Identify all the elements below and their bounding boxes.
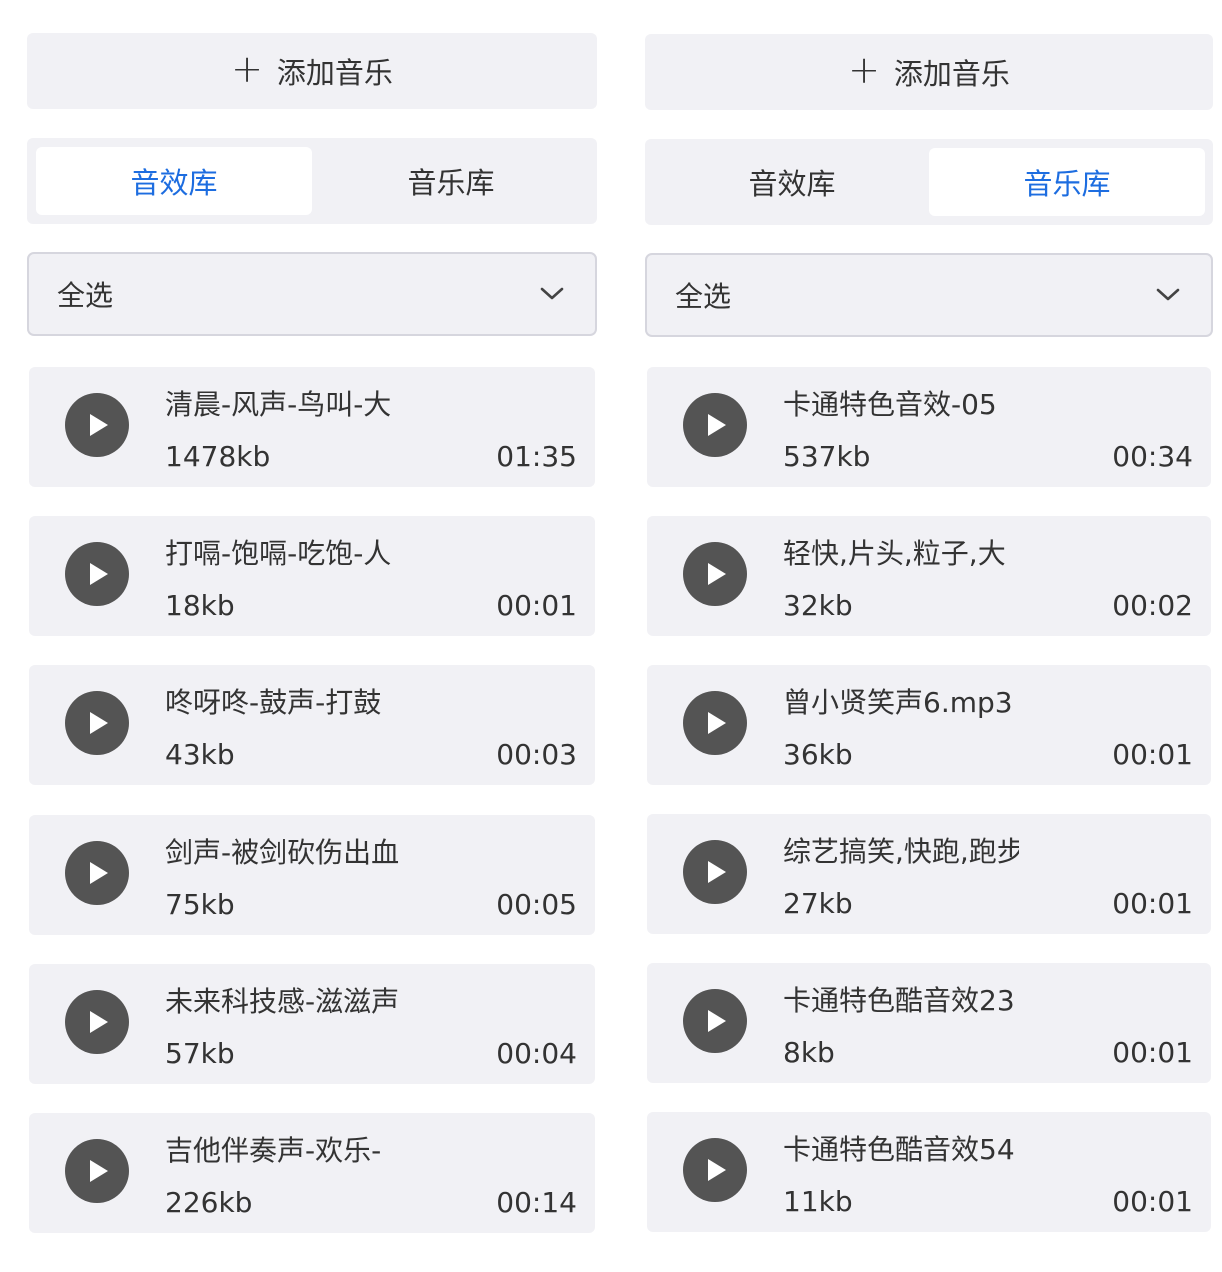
item-size: 1478kb (165, 440, 271, 473)
list-item[interactable]: 清晨-风声-鸟叫-大 1478kb 01:35 (29, 367, 595, 487)
play-icon (90, 1011, 108, 1033)
list-item[interactable]: 吉他伴奏声-欢乐- 226kb 00:14 (29, 1113, 595, 1233)
play-button[interactable] (683, 989, 747, 1053)
tab-sound-effects[interactable]: 音效库 (654, 148, 930, 216)
list-item[interactable]: 卡通特色音效-05 537kb 00:34 (647, 367, 1211, 487)
play-button[interactable] (65, 990, 129, 1054)
play-button[interactable] (683, 840, 747, 904)
list-item[interactable]: 曾小贤笑声6.mp3 36kb 00:01 (647, 665, 1211, 785)
category-select[interactable]: 全选 (27, 252, 597, 336)
tab-label: 音效库 (130, 166, 218, 200)
add-music-button[interactable]: + 添加音乐 (645, 34, 1213, 110)
play-button[interactable] (65, 691, 129, 755)
list-item[interactable]: 卡通特色酷音效23 8kb 00:01 (647, 963, 1211, 1083)
library-tabs: 音效库 音乐库 (27, 138, 597, 224)
item-duration: 00:01 (496, 589, 577, 622)
list-item[interactable]: 卡通特色酷音效54 11kb 00:01 (647, 1112, 1211, 1232)
item-duration: 00:01 (1112, 1185, 1193, 1218)
tab-label: 音乐库 (407, 166, 495, 200)
item-duration: 00:05 (496, 888, 577, 921)
play-icon (90, 414, 108, 436)
item-size: 43kb (165, 738, 235, 771)
item-name: 综艺搞笑,快跑,跑步 (783, 835, 1019, 868)
play-button[interactable] (65, 393, 129, 457)
select-value: 全选 (675, 280, 732, 313)
item-size: 36kb (783, 738, 853, 771)
item-duration: 00:02 (1112, 589, 1193, 622)
item-duration: 00:01 (1112, 887, 1193, 920)
plus-icon: + (848, 48, 880, 92)
library-tabs: 音效库 音乐库 (645, 139, 1213, 225)
item-duration: 00:04 (496, 1037, 577, 1070)
item-duration: 01:35 (496, 440, 577, 473)
play-icon (90, 563, 108, 585)
list-item[interactable]: 打嗝-饱嗝-吃饱-人 18kb 00:01 (29, 516, 595, 636)
item-size: 537kb (783, 440, 871, 473)
item-size: 27kb (783, 887, 853, 920)
play-icon (90, 712, 108, 734)
item-name: 卡通特色酷音效23 (783, 984, 1015, 1017)
item-duration: 00:14 (496, 1186, 577, 1219)
tab-sound-effects[interactable]: 音效库 (36, 147, 312, 215)
item-size: 11kb (783, 1185, 853, 1218)
play-icon (708, 1010, 726, 1032)
play-button[interactable] (65, 542, 129, 606)
item-name: 曾小贤笑声6.mp3 (783, 686, 1013, 719)
item-size: 8kb (783, 1036, 835, 1069)
category-select[interactable]: 全选 (645, 253, 1213, 337)
chevron-down-icon (1156, 288, 1180, 301)
item-duration: 00:03 (496, 738, 577, 771)
list-item[interactable]: 综艺搞笑,快跑,跑步 27kb 00:01 (647, 814, 1211, 934)
item-size: 75kb (165, 888, 235, 921)
play-button[interactable] (65, 841, 129, 905)
play-button[interactable] (683, 1138, 747, 1202)
tab-music-library[interactable]: 音乐库 (313, 147, 589, 215)
item-name: 剑声-被剑砍伤出血 (165, 836, 400, 869)
tab-music-library[interactable]: 音乐库 (929, 148, 1205, 216)
play-button[interactable] (65, 1139, 129, 1203)
play-button[interactable] (683, 691, 747, 755)
item-name: 未来科技感-滋滋声 (165, 985, 400, 1018)
list-item[interactable]: 轻快,片头,粒子,大 32kb 00:02 (647, 516, 1211, 636)
add-music-button[interactable]: + 添加音乐 (27, 33, 597, 109)
add-music-label: 添加音乐 (893, 57, 1010, 91)
plus-icon: + (231, 47, 263, 91)
list-item[interactable]: 剑声-被剑砍伤出血 75kb 00:05 (29, 815, 595, 935)
item-size: 226kb (165, 1186, 253, 1219)
play-icon (708, 414, 726, 436)
select-value: 全选 (57, 279, 114, 312)
tab-label: 音效库 (748, 167, 836, 201)
play-icon (708, 563, 726, 585)
play-icon (90, 1160, 108, 1182)
item-name: 咚呀咚-鼓声-打鼓 (165, 686, 382, 719)
tab-label: 音乐库 (1023, 167, 1111, 201)
add-music-label: 添加音乐 (276, 56, 393, 90)
item-size: 32kb (783, 589, 853, 622)
item-name: 吉他伴奏声-欢乐- (165, 1134, 382, 1167)
item-duration: 00:34 (1112, 440, 1193, 473)
item-size: 18kb (165, 589, 235, 622)
chevron-down-icon (540, 287, 564, 300)
item-name: 打嗝-饱嗝-吃饱-人 (165, 537, 392, 570)
item-name: 卡通特色酷音效54 (783, 1133, 1015, 1166)
item-duration: 00:01 (1112, 1036, 1193, 1069)
play-icon (708, 1159, 726, 1181)
item-size: 57kb (165, 1037, 235, 1070)
play-button[interactable] (683, 542, 747, 606)
play-icon (708, 861, 726, 883)
list-item[interactable]: 未来科技感-滋滋声 57kb 00:04 (29, 964, 595, 1084)
play-icon (708, 712, 726, 734)
play-button[interactable] (683, 393, 747, 457)
item-name: 轻快,片头,粒子,大 (783, 537, 1006, 570)
list-item[interactable]: 咚呀咚-鼓声-打鼓 43kb 00:03 (29, 665, 595, 785)
item-name: 卡通特色音效-05 (783, 388, 997, 421)
play-icon (90, 862, 108, 884)
item-duration: 00:01 (1112, 738, 1193, 771)
item-name: 清晨-风声-鸟叫-大 (165, 388, 392, 421)
